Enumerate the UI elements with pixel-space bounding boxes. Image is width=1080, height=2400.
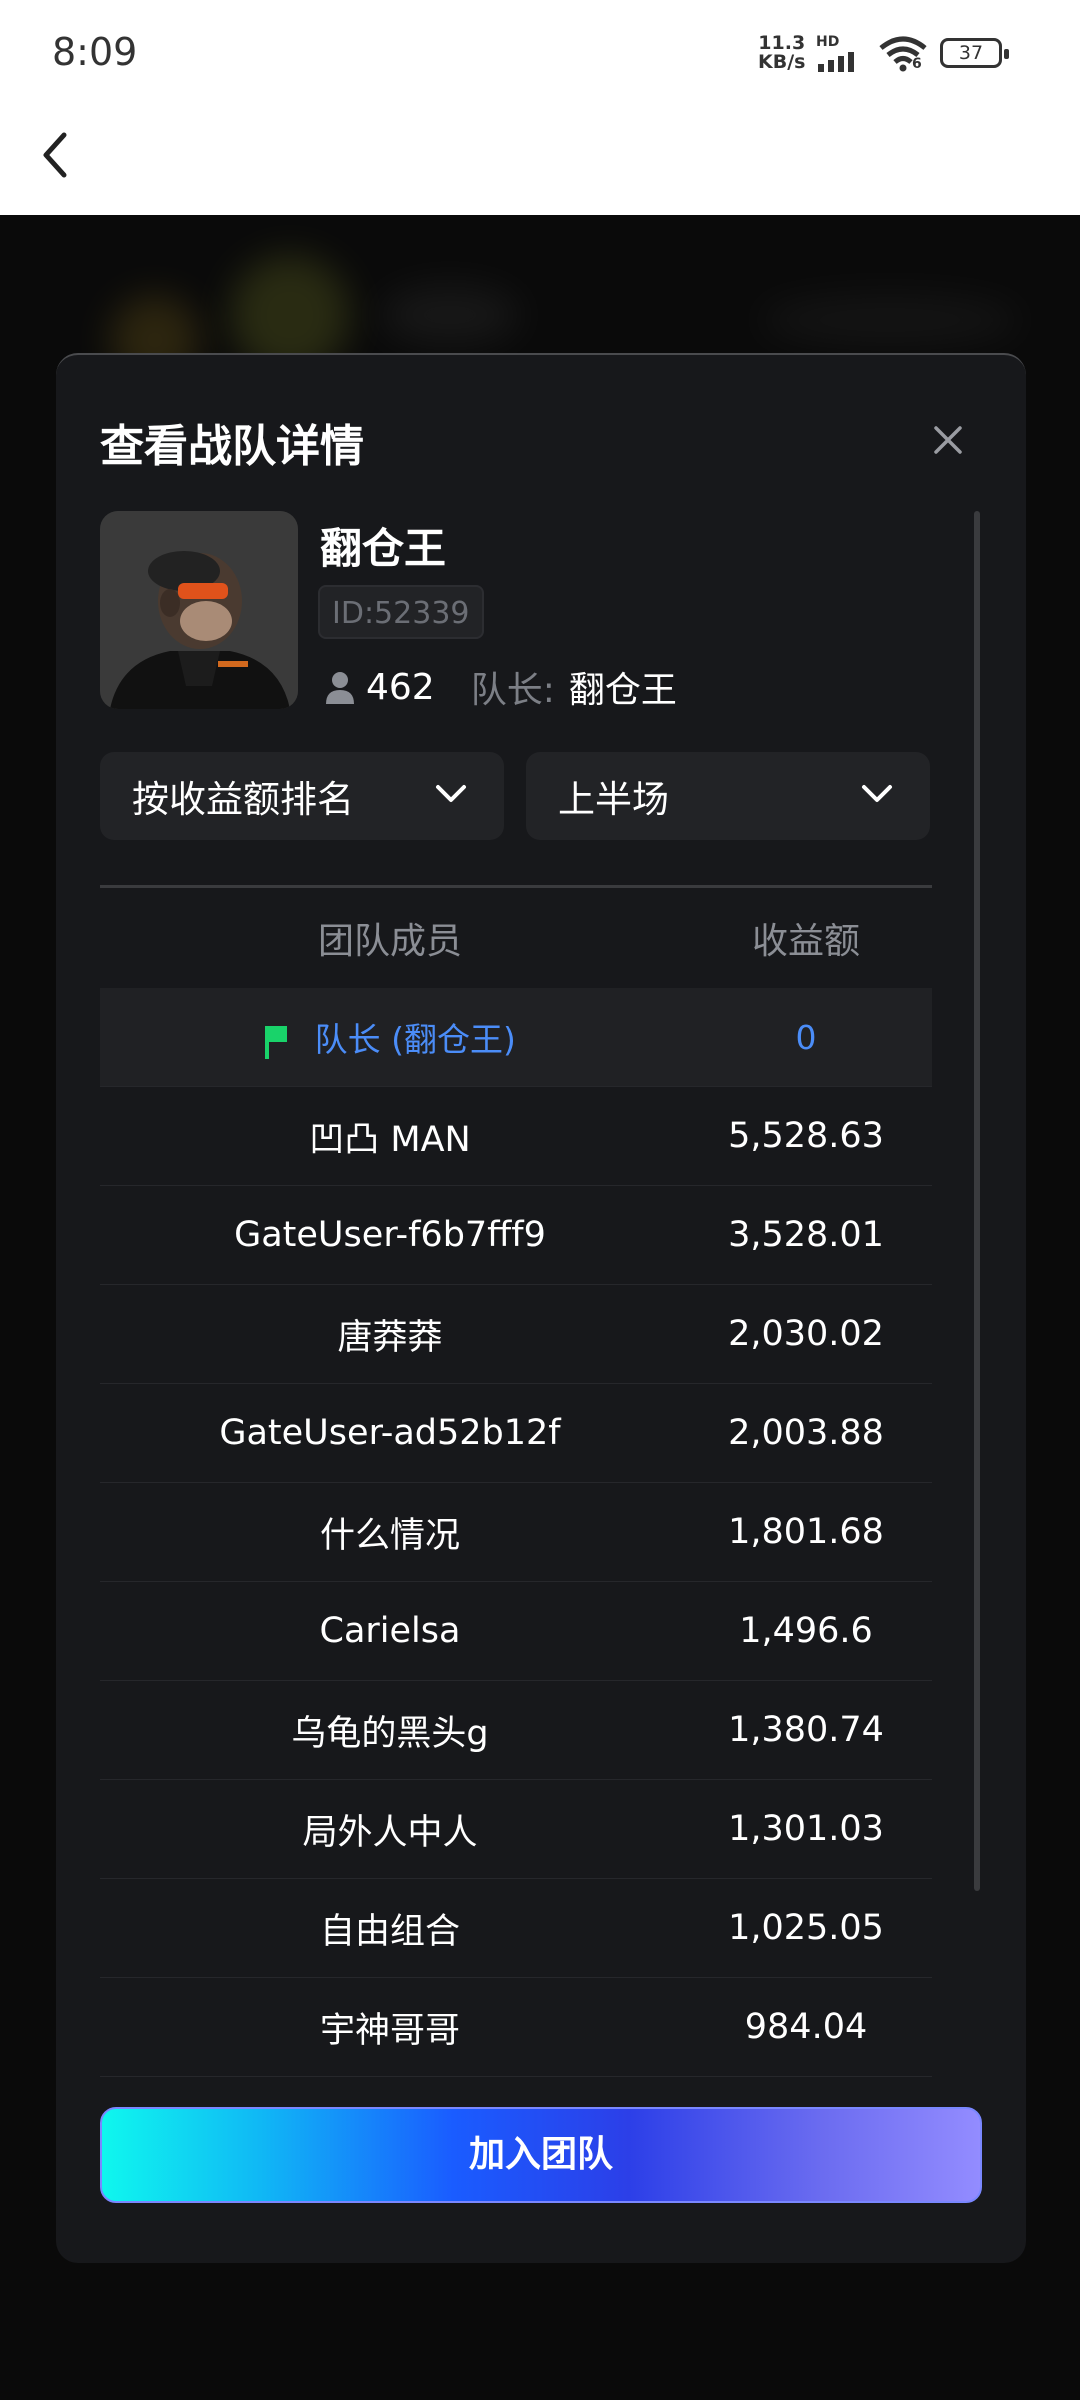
team-name: 翻仓王 [320, 524, 447, 573]
member-earnings: 2,030.02 [728, 1314, 884, 1354]
chevron-down-icon [862, 785, 892, 802]
header-member: 团队成员 [317, 921, 462, 962]
table-row[interactable]: 乌龟的黑头g 1,380.74 [100, 1681, 932, 1780]
join-team-button[interactable]: 加入团队 [100, 2107, 982, 2203]
member-table: 团队成员 收益额 队长 (翻仓王) 0 凹凸 MAN 5,528.63 GateUs… [100, 885, 932, 2077]
captain-row-value: 0 [795, 1017, 817, 1057]
table-row[interactable]: GateUser-ad52b12f 2,003.88 [100, 1384, 932, 1483]
back-arrow-icon[interactable] [36, 125, 76, 185]
period-dropdown-label: 上半场 [558, 778, 669, 821]
member-earnings: 1,025.05 [728, 1908, 884, 1948]
table-row[interactable]: GateUser-f6b7fff9 3,528.01 [100, 1186, 932, 1285]
captain-row[interactable]: 队长 (翻仓王) 0 [100, 988, 932, 1087]
member-name: 宇神哥哥 [319, 2010, 460, 2051]
member-name: GateUser-f6b7fff9 [234, 1215, 546, 1255]
table-row[interactable]: 局外人中人 1,301.03 [100, 1780, 932, 1879]
sort-dropdown[interactable]: 按收益额排名 [100, 752, 504, 840]
table-row[interactable]: 什么情况 1,801.68 [100, 1483, 932, 1582]
status-time: 8:09 [52, 30, 138, 74]
captain-row-name: 队长 (翻仓王) [314, 1020, 516, 1059]
member-earnings: 1,801.68 [728, 1512, 884, 1552]
close-icon[interactable] [931, 423, 965, 457]
member-count: 462 [366, 666, 435, 708]
header-earnings: 收益额 [751, 921, 860, 962]
hd-label: HD [816, 34, 840, 50]
member-name: 凹凸 MAN [309, 1119, 471, 1160]
member-name: 乌龟的黑头g [291, 1713, 489, 1754]
table-row[interactable]: 凹凸 MAN 5,528.63 [100, 1087, 932, 1186]
member-name: 什么情况 [319, 1515, 460, 1556]
member-name: GateUser-ad52b12f [219, 1413, 561, 1453]
sort-dropdown-label: 按收益额排名 [132, 778, 354, 821]
member-earnings: 984.04 [744, 2007, 868, 2047]
member-earnings: 2,003.88 [728, 1413, 884, 1453]
person-icon [326, 672, 354, 704]
member-earnings: 1,301.03 [728, 1809, 884, 1849]
member-name: 唐莽莽 [337, 1317, 443, 1358]
team-avatar [100, 511, 298, 709]
table-row[interactable]: 自由组合 1,025.05 [100, 1879, 932, 1978]
team-meta: 462 队长: 翻仓王 [324, 659, 677, 715]
member-name: Carielsa [319, 1611, 461, 1651]
status-bar: 8:09 11.3 KB/s HD 6 37 [0, 0, 1080, 105]
table-header: 团队成员 收益额 [100, 888, 932, 988]
modal-title: 查看战队详情 [100, 421, 364, 472]
member-earnings: 1,380.74 [728, 1710, 884, 1750]
team-detail-modal: 查看战队详情 翻仓王 ID:52339 462 队长: 翻仓王 按收益额排名 上… [56, 353, 1026, 2263]
team-id: ID:52339 [318, 585, 484, 639]
battery-icon: 37 [940, 38, 1009, 68]
ape-avatar-icon [100, 511, 298, 709]
member-name: 局外人中人 [302, 1812, 478, 1853]
network-speed-unit: KB/s [758, 51, 806, 73]
wifi-badge: 6 [912, 56, 922, 72]
captain-name: 翻仓王 [568, 670, 677, 711]
member-earnings: 1,496.6 [739, 1611, 873, 1651]
table-row[interactable]: 宇神哥哥 984.04 [100, 1978, 932, 2077]
member-earnings: 5,528.63 [728, 1116, 884, 1156]
period-dropdown[interactable]: 上半场 [526, 752, 930, 840]
flag-icon [265, 1025, 288, 1059]
signal-icon [818, 52, 854, 72]
member-earnings: 3,528.01 [728, 1215, 884, 1255]
nav-bar [0, 105, 1080, 215]
member-name: 自由组合 [319, 1911, 460, 1952]
chevron-down-icon [436, 785, 466, 802]
network-speed: 11.3 KB/s [758, 34, 805, 72]
table-row[interactable]: 唐莽莽 2,030.02 [100, 1285, 932, 1384]
scrollbar[interactable] [974, 511, 980, 1891]
table-row[interactable]: Carielsa 1,496.6 [100, 1582, 932, 1681]
captain-label: 队长: [470, 670, 555, 711]
